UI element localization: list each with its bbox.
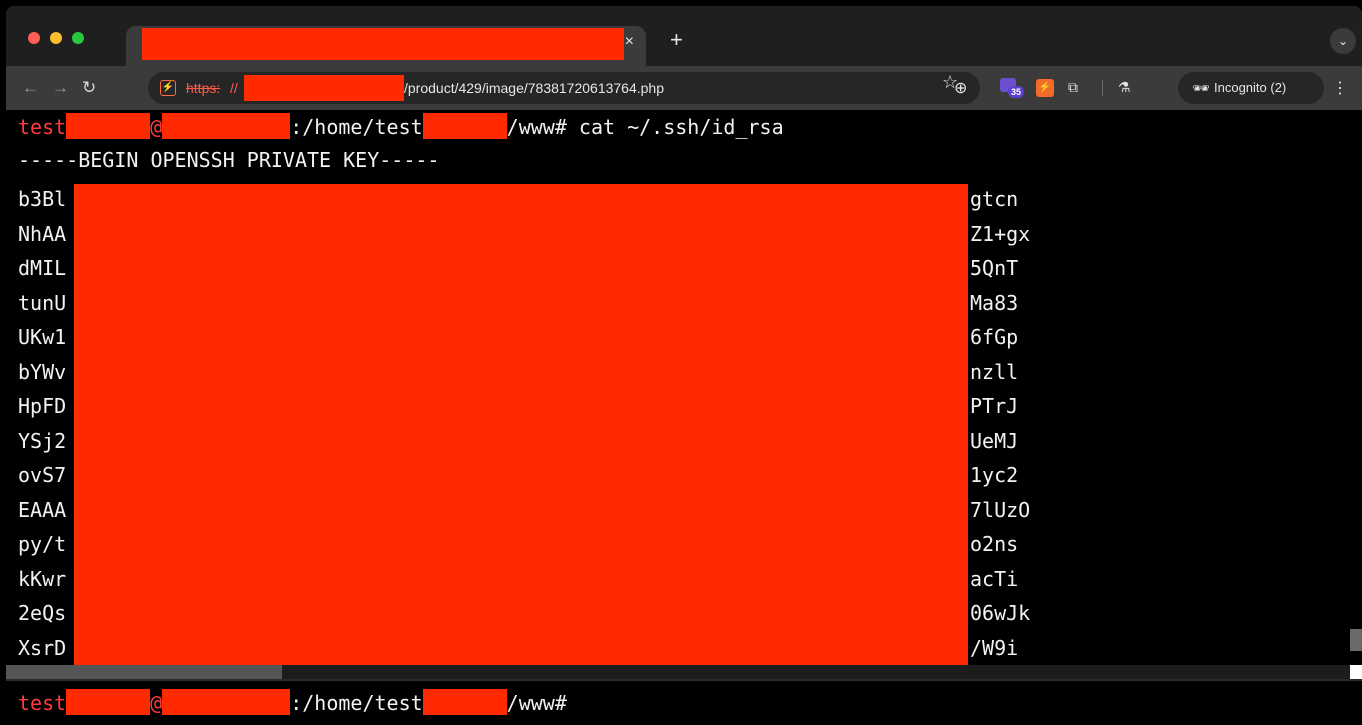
toolbar-divider (1102, 80, 1103, 96)
redacted-domain (244, 75, 404, 101)
vertical-scrollbar[interactable] (1350, 629, 1362, 651)
minimize-window-button[interactable] (50, 32, 62, 44)
extension-badge: 35 (1008, 86, 1025, 98)
address-bar[interactable]: ⚡ https: // /product/429/image/783817206… (148, 72, 980, 104)
more-menu-icon[interactable]: ⋮ (1332, 78, 1348, 98)
redacted-hostname (162, 113, 291, 139)
key-line-left: bYWv (18, 360, 67, 384)
back-button[interactable]: ← (22, 78, 39, 98)
scroll-corner (1350, 665, 1362, 679)
close-window-button[interactable] (28, 32, 40, 44)
arrow-left-icon: ← (22, 78, 39, 97)
key-line-left: kKwr (18, 567, 67, 591)
key-line-right: 5QnT (970, 256, 1019, 280)
key-line-right: nzll (970, 360, 1019, 384)
key-line-right: UeMJ (970, 429, 1019, 453)
key-line-left: NhAA (18, 222, 67, 246)
redacted-path-part (422, 689, 507, 715)
key-line-right: acTi (970, 567, 1019, 591)
arrow-right-icon: → (52, 78, 69, 97)
prompt-path-2: /www# (506, 115, 567, 139)
key-line-left: b3Bl (18, 187, 67, 211)
redacted-key-block (74, 184, 968, 670)
incognito-icon: 🕶 (1192, 80, 1210, 96)
redacted-user-suffix (66, 113, 151, 139)
url-slashes: // (230, 80, 238, 96)
key-line-right: o2ns (970, 532, 1019, 556)
url-scheme: https: (186, 80, 221, 96)
horizontal-scroll-thumb[interactable] (6, 665, 282, 679)
tab-search-button[interactable]: ⌄ (1330, 28, 1356, 54)
incognito-button[interactable]: 🕶 Incognito (2) (1178, 72, 1324, 104)
tab-strip: × + ⌄ (6, 6, 1362, 66)
key-line-left: dMIL (18, 256, 67, 280)
key-line-left: YSj2 (18, 429, 67, 453)
key-line-left: 2eQs (18, 601, 67, 625)
horizontal-scrollbar[interactable] (6, 665, 1350, 679)
redacted-hostname (162, 689, 291, 715)
flask-icon[interactable]: ⚗ (1118, 76, 1131, 98)
redacted-tab-title (142, 28, 624, 60)
key-line-right: gtcn (970, 187, 1019, 211)
new-tab-button[interactable]: + (670, 29, 683, 51)
key-line-right: 1yc2 (970, 463, 1019, 487)
puzzle-icon[interactable]: ⧉ (1068, 76, 1078, 98)
key-line-left: tunU (18, 291, 67, 315)
reload-icon: ↻ (82, 78, 97, 97)
maximize-window-button[interactable] (72, 32, 84, 44)
final-prompt-path-2: /www# (506, 691, 567, 715)
final-prompt-path-1: :/home/test (290, 691, 423, 715)
command-line: test @ :/home/test/www# cat ~/.ssh/id_rsa (18, 112, 784, 142)
final-prompt-line: test @ :/home/test/www# (18, 688, 567, 718)
key-line-right: Ma83 (970, 291, 1019, 315)
browser-window: × + ⌄ ← → ↻ ⚡ https: // /product/429/ima… (6, 6, 1362, 725)
key-line-left: ovS7 (18, 463, 67, 487)
key-line-left: py/t (18, 532, 67, 556)
lightning-extension-icon[interactable]: ⚡ (1036, 79, 1054, 97)
key-line-right: /W9i (970, 636, 1019, 660)
browser-toolbar: ← → ↻ ⚡ https: // /product/429/image/783… (6, 66, 1362, 110)
key-line-left: HpFD (18, 394, 67, 418)
key-line-right: 7lUzO (970, 498, 1031, 522)
key-line-left: EAAA (18, 498, 67, 522)
incognito-label: Incognito (2) (1214, 80, 1287, 95)
final-prompt-user: test (18, 691, 67, 715)
url-path: /product/429/image/78381720613764.php (404, 80, 664, 96)
command-text: cat ~/.ssh/id_rsa (566, 115, 784, 139)
forward-button[interactable]: → (52, 78, 69, 98)
prompt-at: @ (150, 115, 163, 139)
active-tab[interactable]: × (126, 26, 646, 66)
key-line-right: 6fGp (970, 325, 1019, 349)
reload-button[interactable]: ↻ (82, 78, 96, 98)
pane-divider (6, 679, 1362, 681)
redacted-path-part (422, 113, 507, 139)
extension-button[interactable]: 35 (998, 76, 1026, 98)
key-line-left: XsrD (18, 636, 67, 660)
redacted-user-suffix (66, 689, 151, 715)
tab-close-icon[interactable]: × (625, 34, 634, 50)
site-info-icon[interactable]: ⚡ (160, 80, 176, 96)
bookmark-star-icon[interactable]: ☆ (942, 72, 958, 93)
prompt-user: test (18, 115, 67, 139)
key-line-left: UKw1 (18, 325, 67, 349)
key-line-right: 06wJk (970, 601, 1031, 625)
chevron-down-icon: ⌄ (1337, 34, 1349, 48)
terminal[interactable]: test @:/home/test/www# cat ~/.ssh/id_rsa … (6, 110, 1362, 725)
final-prompt-at: @ (150, 691, 163, 715)
begin-key-line: -----BEGIN OPENSSH PRIVATE KEY----- (18, 148, 440, 172)
key-line-right: Z1+gx (970, 222, 1031, 246)
prompt-path-1: :/home/test (290, 115, 423, 139)
key-line-right: PTrJ (970, 394, 1019, 418)
